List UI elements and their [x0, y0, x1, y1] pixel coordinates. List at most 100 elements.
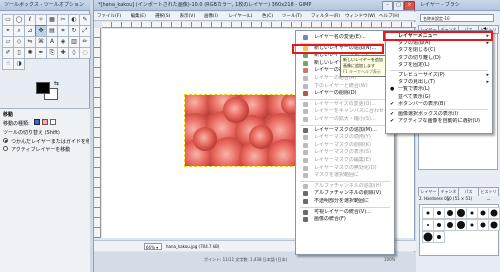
- close-button[interactable]: ×: [404, 1, 415, 10]
- tab-menu-item[interactable]: タブの切り離し(D): [386, 55, 492, 62]
- image-titlebar: *[hana_kakou] (インポートされた画像)-10.0 (RGBカラー,…: [94, 0, 416, 11]
- context-menu-item[interactable]: アルファチャンネルの削除(V): [296, 190, 394, 197]
- check-icon: ●: [390, 86, 395, 93]
- dock-menu-arrow[interactable]: ◂: [483, 25, 486, 32]
- submenu-arrow-icon: ▸: [486, 79, 489, 86]
- move-mode-selection-icon[interactable]: [42, 119, 48, 125]
- menu-2[interactable]: 選択(S): [155, 13, 170, 19]
- context-menu-item[interactable]: レイヤーマスクの表示(S): [296, 149, 394, 156]
- menu-item-label: レイヤーの拡大・縮小(S)...: [314, 116, 376, 122]
- brush-preview[interactable]: [433, 231, 445, 243]
- menu-5[interactable]: レイヤー(L): [229, 13, 253, 19]
- radio-pick-layer-label: つかんだレイヤーまたはガイドを移動: [11, 139, 89, 145]
- brush-preview[interactable]: [488, 219, 500, 231]
- minimize-button[interactable]: –: [382, 1, 393, 10]
- rose-flower: [249, 125, 273, 149]
- menu-item-label: 画像の統合(F): [314, 216, 346, 223]
- rose-image[interactable]: [184, 94, 298, 167]
- vertical-ruler: [94, 28, 101, 238]
- context-menu-item[interactable]: レイヤーをキャンバスに合わせる(I): [296, 108, 394, 115]
- menu-item-icon: [303, 199, 308, 204]
- tab-menu-item-label: タブの切り離し(D): [398, 54, 441, 61]
- menu-10[interactable]: ヘルプ(H): [379, 13, 399, 19]
- dock-titlebar: レイヤー - ブラシ: [416, 0, 500, 11]
- dock-tab[interactable]: チャンネル: [438, 187, 459, 202]
- tooltip-line3: F1 キーでヘルプ表示: [343, 69, 381, 74]
- tab-menu-item[interactable]: ✔ ボタンバーの表示(B): [386, 101, 492, 108]
- context-menu-item[interactable]: レイヤーサイズの変更(O)...: [296, 101, 394, 108]
- menu-0[interactable]: ファイル(F): [97, 13, 121, 19]
- submenu-arrow-icon: ▸: [486, 40, 489, 47]
- menu-6[interactable]: 色(C): [262, 13, 273, 19]
- menu-7[interactable]: ツール(T): [282, 13, 302, 19]
- tab-menu-item-label: タブを固定(L): [398, 61, 430, 68]
- tab-menu: レイヤーメニュー ▸ タブの追加(A) ▸ タブを閉じる(C) タブの切り離し(D) タブを…: [385, 30, 493, 134]
- brush-shape-icon: [423, 232, 433, 242]
- tab-menu-item[interactable]: タブの見出し(T) ▸: [386, 79, 492, 86]
- tab-menu-item[interactable]: プレビューサイズ(P) ▸: [386, 72, 492, 79]
- context-menu-item[interactable]: 下のレイヤーと統合(W): [296, 83, 394, 90]
- brush-shape-icon: [426, 211, 430, 215]
- context-menu-item[interactable]: レイヤー名の変更(E)...: [296, 34, 394, 41]
- maximize-button[interactable]: □: [393, 1, 404, 10]
- menu-separator: [390, 70, 488, 71]
- tab-menu-item-label: タブの追加(A): [398, 40, 431, 47]
- highlight-layer-menu: [383, 31, 493, 41]
- dock-tab[interactable]: パス: [458, 187, 479, 196]
- dock-tab[interactable]: レイヤー: [418, 187, 439, 196]
- zoom-selector[interactable]: 66% ▾: [144, 243, 162, 250]
- tool-dodge-icon[interactable]: ◑: [13, 58, 25, 70]
- context-menu-item[interactable]: レイヤーマスクの編集(E): [296, 157, 394, 164]
- menu-4[interactable]: 画像(I): [204, 13, 218, 19]
- brush-shape-icon: [457, 209, 465, 217]
- context-menu-item[interactable]: アルファチャンネルの追加(H): [296, 183, 394, 190]
- context-menu-item[interactable]: 不透明部分を選択範囲に: [296, 198, 394, 205]
- tab-menu-item[interactable]: タブの追加(A) ▸: [386, 40, 492, 47]
- menu-item-label: レイヤーマスクの編集(E): [314, 157, 371, 163]
- context-menu-item[interactable]: レイヤーマスクの削除(K): [296, 142, 394, 149]
- context-menu-item[interactable]: 可視レイヤーの統合(V)...: [296, 209, 394, 216]
- dock-tab[interactable]: ヒストリー: [478, 187, 499, 202]
- tab-menu-item[interactable]: ● 一覧で表示(L): [386, 86, 492, 93]
- context-menu-item[interactable]: レイヤーマスクの無効化(D): [296, 165, 394, 172]
- menu-8[interactable]: フィルター(R): [311, 13, 340, 19]
- tab-menu-item[interactable]: タブを固定(L): [386, 62, 492, 69]
- tab-menu-item[interactable]: ✔ 画像選択ボックスの表示(I): [386, 111, 492, 118]
- menu-item-label: 下のレイヤーと統合(W): [314, 82, 368, 89]
- menu-item-icon: [303, 209, 308, 215]
- context-menu-item[interactable]: レイヤーマスクの追加(M)...: [296, 127, 394, 134]
- context-menu-item[interactable]: マスクを選択範囲に: [296, 172, 394, 179]
- brush-shape-icon: [490, 221, 498, 229]
- move-mode-layer-icon[interactable]: [34, 119, 40, 125]
- tab-menu-item-label: プレビューサイズ(P): [398, 72, 445, 78]
- menu-1[interactable]: 編集(E): [131, 13, 146, 19]
- context-menu-item[interactable]: レイヤーの拡大・縮小(S)...: [296, 116, 394, 123]
- context-menu-item[interactable]: レイヤーマスクの適用(Y): [296, 134, 394, 141]
- tab-menu-item[interactable]: タブを閉じる(C): [386, 47, 492, 54]
- brush-preview[interactable]: [488, 207, 500, 219]
- move-mode-label: 移動の種類:: [3, 121, 30, 127]
- tab-menu-item[interactable]: ✔ アクティブな画像を自動的に選択(U): [386, 118, 492, 125]
- brush-shape-icon: [437, 223, 441, 227]
- rose-flower: [223, 97, 249, 123]
- context-menu-item[interactable]: 画像の統合(F): [296, 216, 394, 223]
- tab-menu-item-label: アクティブな画像を自動的に選択(U): [398, 118, 481, 125]
- menu-9[interactable]: ウィンドウ(W): [345, 13, 375, 19]
- foreground-color-swatch[interactable]: [36, 82, 50, 94]
- context-menu-item[interactable]: レイヤーの削除(D): [296, 90, 394, 97]
- swap-colors-icon[interactable]: ⇆: [54, 80, 59, 87]
- menu-separator: [300, 124, 390, 126]
- brush-shape-icon: [490, 209, 498, 217]
- radio-move-active[interactable]: [3, 146, 8, 151]
- tab-menu-item-label: 一覧で表示(L): [398, 86, 430, 93]
- move-mode-path-icon[interactable]: [50, 119, 56, 125]
- image-title: *[hana_kakou] (インポートされた画像)-10.0 (RGBカラー,…: [98, 2, 312, 8]
- menu-item-label: レイヤー名の変更(E)...: [314, 34, 366, 40]
- tab-menu-item[interactable]: 並べて表示(G): [386, 94, 492, 101]
- tab-menu-item-label: 並べて表示(G): [398, 93, 431, 100]
- tool-blur-icon[interactable]: ◌: [79, 47, 91, 59]
- image-selector[interactable]: 名称未設定-10: [420, 14, 494, 22]
- tool-options-panel: 移動 移動の種類: ツールの切り替え (Shift) つかんだレイヤーまたはガイ…: [0, 108, 90, 272]
- radio-pick-layer[interactable]: [3, 138, 8, 143]
- menu-3[interactable]: 表示(V): [180, 13, 196, 19]
